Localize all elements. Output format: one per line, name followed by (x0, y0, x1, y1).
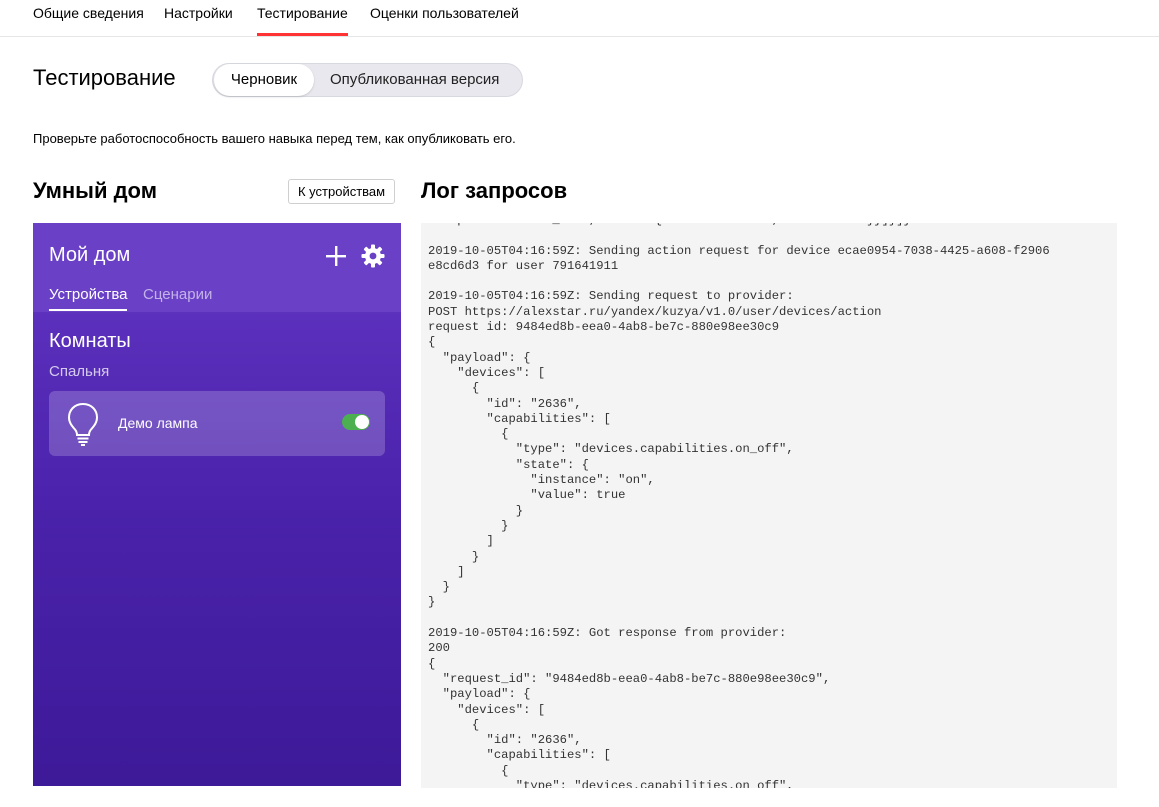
phone-tab-devices[interactable]: Устройства (49, 286, 128, 311)
tab-testing[interactable]: Тестирование (257, 5, 348, 36)
device-name: Демо лампа (118, 415, 198, 431)
request-log-panel[interactable]: s:capabilities.on_off","state":{"instanc… (421, 223, 1117, 788)
toggle-knob (355, 415, 369, 429)
device-card[interactable]: Демо лампа (49, 391, 385, 456)
device-power-toggle[interactable] (342, 414, 370, 430)
smart-home-phone-preview: Мой дом Устройства Сценарии Комнаты Спал… (33, 223, 401, 786)
room-name: Спальня (49, 363, 110, 380)
home-title: Мой дом (49, 244, 131, 266)
phone-tab-scenarios[interactable]: Сценарии (143, 286, 212, 303)
draft-option[interactable]: Черновик (214, 64, 314, 96)
to-devices-button[interactable]: К устройствам (288, 179, 396, 204)
smart-home-title: Умный дом (33, 178, 157, 203)
rooms-title: Комнаты (49, 330, 131, 352)
gear-icon[interactable] (361, 244, 385, 268)
page-title: Тестирование (33, 65, 176, 90)
top-navigation: Общие сведения Настройки Тестирование Оц… (0, 0, 1159, 37)
published-version-option[interactable]: Опубликованная версия (330, 64, 499, 96)
request-log-text: s:capabilities.on_off","state":{"instanc… (428, 223, 1050, 788)
tab-settings[interactable]: Настройки (164, 5, 233, 21)
request-log-title: Лог запросов (421, 178, 568, 203)
plus-icon[interactable] (325, 245, 347, 267)
tab-user-ratings[interactable]: Оценки пользователей (370, 5, 519, 21)
tab-general-info[interactable]: Общие сведения (33, 5, 144, 21)
lightbulb-icon (67, 402, 99, 446)
version-switch: Черновик Опубликованная версия (212, 63, 523, 97)
page-description: Проверьте работоспособность вашего навык… (33, 131, 516, 146)
